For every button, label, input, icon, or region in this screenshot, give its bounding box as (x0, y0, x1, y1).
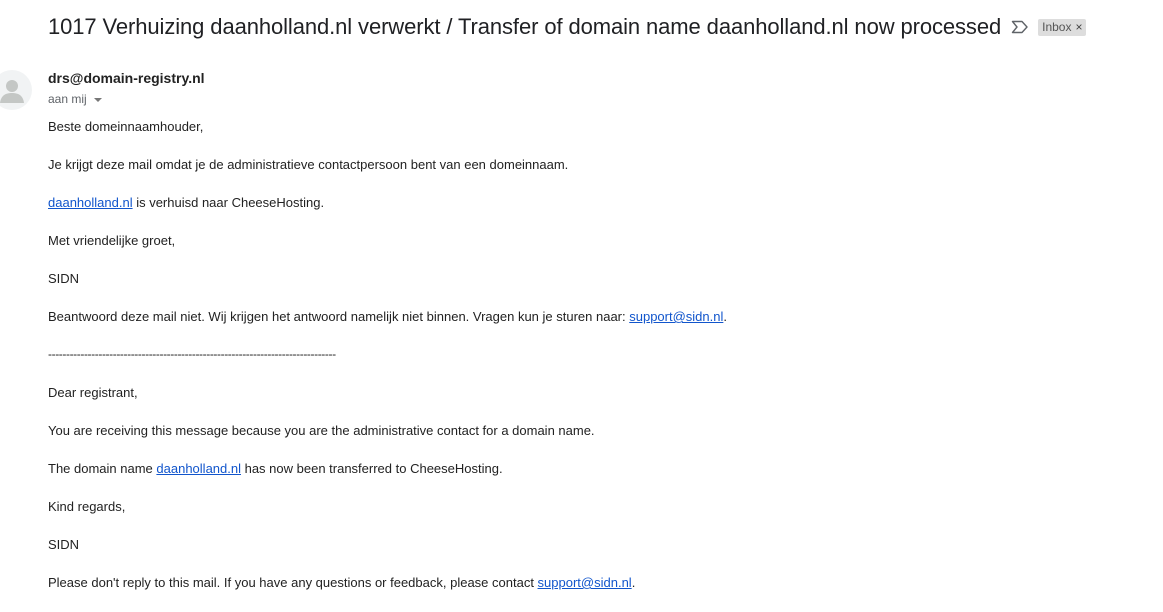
chevron-down-icon[interactable] (93, 97, 102, 102)
remove-label-icon[interactable]: × (1075, 20, 1082, 34)
important-marker-icon[interactable] (1011, 20, 1029, 34)
nl-reason: Je krijgt deze mail omdat je de administ… (48, 157, 569, 172)
nl-closing: Met vriendelijke groet, (48, 233, 176, 248)
recipient-row[interactable]: aan mij (48, 92, 102, 106)
nl-signature: SIDN (48, 271, 80, 286)
nl-domain-line: daanholland.nl is verhuisd naar CheeseHo… (48, 195, 324, 210)
nl-domain-text: is verhuisd naar CheeseHosting. (132, 195, 325, 210)
en-domain-suffix: has now been transferred to CheeseHostin… (240, 461, 503, 476)
en-reason: You are receiving this message because y… (48, 423, 595, 438)
en-noreply-text: Please don't reply to this mail. If you … (48, 575, 538, 590)
default-avatar-icon (0, 80, 24, 103)
inbox-label-text: Inbox (1042, 19, 1072, 34)
email-subject: 1017 Verhuizing daanholland.nl verwerkt … (48, 14, 1002, 39)
nl-domain-link[interactable]: daanholland.nl (48, 195, 133, 210)
subject-row: 1017 Verhuizing daanholland.nl verwerkt … (48, 12, 1087, 42)
nl-noreply-text: Beantwoord deze mail niet. Wij krijgen h… (48, 309, 630, 324)
en-signature: SIDN (48, 537, 80, 552)
nl-support-link[interactable]: support@sidn.nl (629, 309, 723, 324)
separator-line: ----------------------------------------… (48, 347, 336, 361)
en-noreply-line: Please don't reply to this mail. If you … (48, 575, 635, 590)
sender-avatar (0, 70, 32, 110)
nl-noreply-line: Beantwoord deze mail niet. Wij krijgen h… (48, 309, 727, 324)
inbox-label-chip[interactable]: Inbox × (1038, 18, 1087, 36)
nl-greeting: Beste domeinnaamhouder, (48, 119, 204, 134)
nl-noreply-end: . (723, 309, 727, 324)
en-greeting: Dear registrant, (48, 385, 138, 400)
sender-address[interactable]: drs@domain-registry.nl (48, 70, 205, 86)
en-domain-line: The domain name daanholland.nl has now b… (48, 461, 503, 476)
en-domain-link[interactable]: daanholland.nl (156, 461, 241, 476)
en-closing: Kind regards, (48, 499, 126, 514)
en-domain-prefix: The domain name (48, 461, 157, 476)
en-support-link[interactable]: support@sidn.nl (538, 575, 632, 590)
recipient-text: aan mij (48, 92, 87, 106)
en-noreply-end: . (631, 575, 636, 590)
